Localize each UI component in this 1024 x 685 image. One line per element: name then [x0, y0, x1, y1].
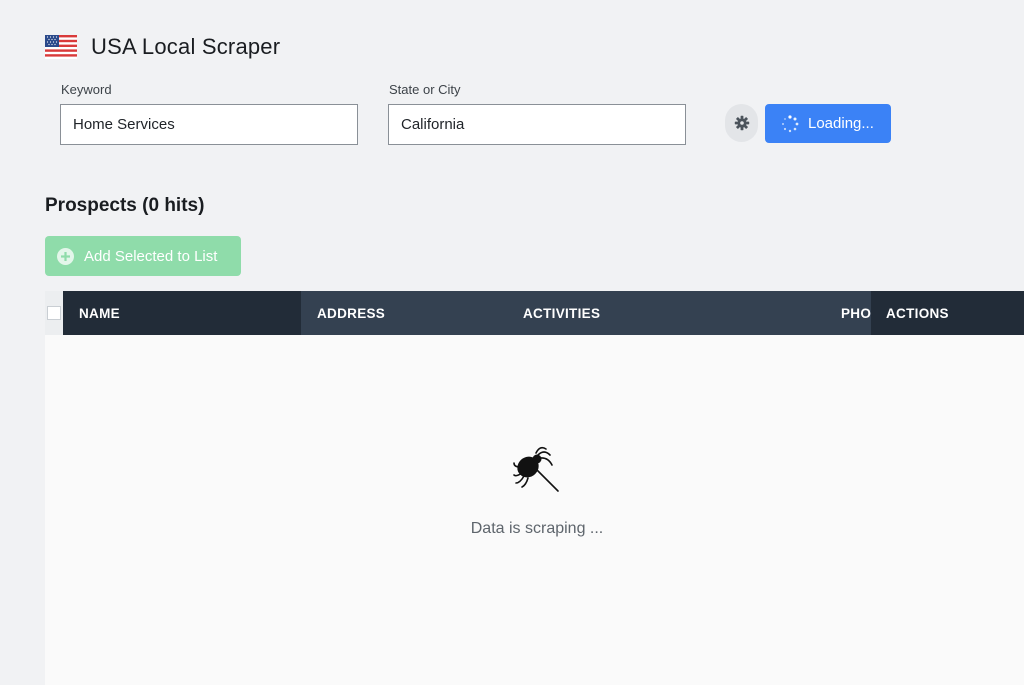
gear-icon	[734, 115, 749, 131]
plus-circle-icon	[57, 247, 74, 265]
column-header-activities[interactable]: ACTIVITIES	[507, 291, 871, 335]
add-selected-button[interactable]: Add Selected to List	[45, 236, 241, 276]
keyword-label: Keyword	[61, 82, 112, 97]
empty-state-message: Data is scraping ...	[470, 520, 604, 537]
column-header-name[interactable]: NAME	[63, 291, 301, 335]
select-all-cell	[45, 291, 63, 335]
app-header: USA Local Scraper	[45, 33, 280, 61]
spider-icon	[513, 446, 559, 492]
keyword-input[interactable]	[60, 104, 358, 145]
app-title: USA Local Scraper	[91, 34, 281, 59]
loading-button[interactable]: Loading...	[765, 104, 891, 143]
spinner-icon	[782, 114, 799, 132]
select-all-checkbox[interactable]	[47, 306, 61, 320]
column-header-phone[interactable]: PHO	[825, 291, 871, 335]
location-input[interactable]	[388, 104, 686, 145]
table-header: NAME ADDRESS ACTIVITIES PHO ACTIONS	[45, 291, 1024, 335]
column-header-address[interactable]: ADDRESS	[301, 291, 507, 335]
prospects-title: Prospects (0 hits)	[45, 195, 205, 216]
location-label: State or City	[389, 82, 461, 97]
us-flag-icon	[45, 35, 77, 59]
column-header-actions: ACTIONS	[871, 291, 1024, 335]
table-body	[45, 335, 1024, 685]
loading-label: Loading...	[808, 115, 874, 132]
add-selected-label: Add Selected to List	[84, 247, 218, 265]
settings-button[interactable]	[725, 104, 758, 142]
